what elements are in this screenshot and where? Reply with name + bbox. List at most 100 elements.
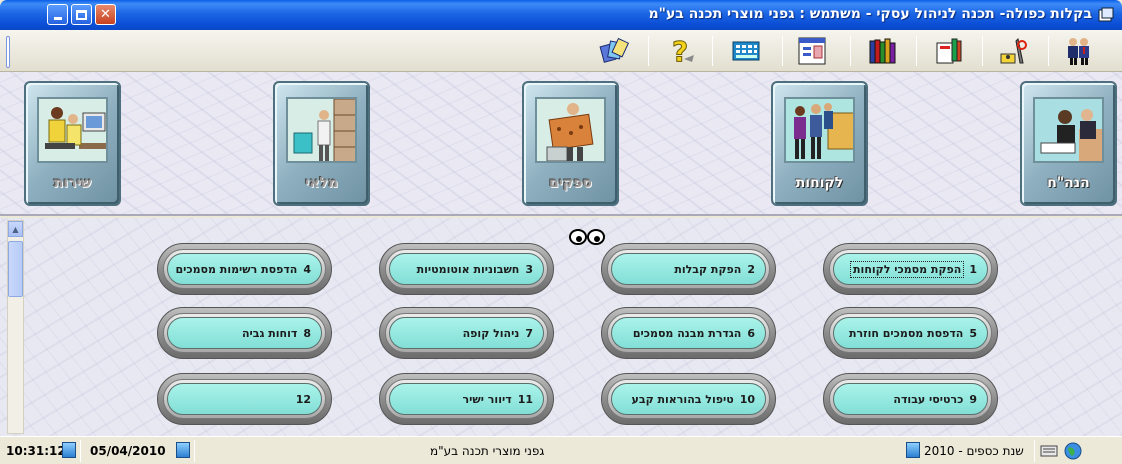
menu-item-number: 4 — [303, 262, 311, 276]
module-suppliers[interactable]: ספקים — [522, 81, 619, 206]
menu-item-4[interactable]: 4 הדפסת רשימות מסמכים — [157, 243, 332, 295]
menu-item-number: 7 — [525, 326, 533, 340]
module-inventory[interactable]: מלאי — [273, 81, 370, 206]
calculator-icon — [732, 41, 760, 61]
tools-button[interactable] — [994, 33, 1034, 69]
menu-item-label: הפקת מסמכי לקוחות — [850, 260, 965, 278]
calculator-button[interactable] — [726, 33, 766, 69]
menu-item-number: 10 — [739, 392, 755, 406]
status-time: 10:31:12 — [6, 444, 66, 458]
library-icon — [936, 38, 962, 64]
menu-item-label: הדפסת מסמכים חוזרת — [849, 326, 964, 340]
svg-text:?: ? — [672, 35, 688, 67]
status-panel-icon — [62, 442, 76, 458]
module-accounting[interactable]: הנה"ח — [1020, 81, 1117, 206]
menu-item-3[interactable]: 3 חשבוניות אוטומטיות — [379, 243, 554, 295]
warehouse-scene-icon — [286, 97, 357, 163]
binders-button[interactable] — [862, 33, 902, 69]
maximize-button[interactable] — [71, 4, 92, 25]
globe-icon[interactable] — [1064, 442, 1082, 460]
menu-item-label: דיוור ישיר — [462, 392, 512, 406]
maximize-icon — [76, 9, 87, 20]
chart-window-icon — [798, 37, 826, 65]
close-icon: ✕ — [100, 7, 111, 22]
status-fiscal-year: שנת כספים - 2010 — [924, 444, 1024, 458]
module-label: מלאי — [305, 175, 338, 191]
cards-button[interactable] — [594, 33, 634, 69]
menu-item-label: טיפול בהוראות קבע — [631, 392, 734, 406]
minimize-button[interactable] — [47, 4, 68, 25]
menu-item-number: 3 — [525, 262, 533, 276]
menu-item-number: 9 — [969, 392, 977, 406]
status-divider — [80, 440, 81, 462]
tools-icon — [1000, 37, 1027, 64]
menu-item-number: 6 — [747, 326, 755, 340]
menu-item-10[interactable]: 10 טיפול בהוראות קבע — [601, 373, 776, 425]
module-label: שירות — [53, 175, 92, 191]
toolbar-separator — [916, 36, 917, 66]
scroll-up-button[interactable]: ▲ — [8, 221, 23, 237]
menu-item-7[interactable]: 7 ניהול קופה — [379, 307, 554, 359]
status-panel-icon — [176, 442, 190, 458]
menu-item-label: הדפסת רשימות מסמכים — [175, 262, 298, 276]
toolbar-separator — [712, 36, 713, 66]
menu-item-number: 1 — [969, 262, 977, 276]
menu-item-9[interactable]: 9 כרטיסי עבודה — [823, 373, 998, 425]
status-panel-icon — [906, 442, 920, 458]
arrow-up-icon: ▲ — [12, 224, 19, 234]
menu-item-number: 12 — [295, 392, 311, 406]
help-icon: ? — [672, 35, 694, 67]
toolbar-grip[interactable] — [6, 36, 10, 68]
menu-item-label: כרטיסי עבודה — [893, 392, 964, 406]
menu-item-label: הפקת קבלות — [674, 262, 742, 276]
keyboard-icon[interactable] — [1040, 442, 1058, 460]
window-title: בקלות כפולה- תכנה לניהול עסקי - משתמש : … — [648, 6, 1092, 22]
menu-item-number: 11 — [517, 392, 533, 406]
toolbar-separator — [1048, 36, 1049, 66]
vertical-scrollbar[interactable]: ▲ — [7, 220, 24, 434]
menu-item-11[interactable]: 11 דיוור ישיר — [379, 373, 554, 425]
module-strip: הנה"ח לקוחות ספקים מלאי שירות — [0, 72, 1122, 216]
menu-area: ▲ 1 הפקת מסמכי לקוחות 2 הפקת קבלות 3 חשבוני… — [0, 218, 1122, 436]
cards-icon — [599, 37, 630, 63]
module-label: לקוחות — [795, 175, 844, 191]
menu-item-5[interactable]: 5 הדפסת מסמכים חוזרת — [823, 307, 998, 359]
status-company: גפני מוצרי תכנה בע"מ — [430, 444, 545, 458]
status-divider — [194, 440, 195, 462]
books-icon — [869, 38, 896, 64]
help-button[interactable]: ? — [660, 33, 700, 69]
menu-item-label: חשבוניות אוטומטיות — [416, 262, 520, 276]
menu-item-1[interactable]: 1 הפקת מסמכי לקוחות — [823, 243, 998, 295]
users-icon — [1068, 38, 1089, 65]
module-service[interactable]: שירות — [24, 81, 121, 206]
minimize-icon — [53, 17, 62, 20]
menu-item-12[interactable]: 12 — [157, 373, 332, 425]
users-button[interactable] — [1058, 33, 1098, 69]
status-date: 05/04/2010 — [90, 444, 166, 458]
menu-item-number: 8 — [303, 326, 311, 340]
menu-item-2[interactable]: 2 הפקת קבלות — [601, 243, 776, 295]
toolbar-separator — [850, 36, 851, 66]
module-label: ספקים — [549, 175, 592, 191]
toolbar-separator — [982, 36, 983, 66]
title-bar: בקלות כפולה- תכנה לניהול עסקי - משתמש : … — [0, 0, 1122, 30]
menu-item-number: 2 — [747, 262, 755, 276]
status-bar: 10:31:12 05/04/2010 גפני מוצרי תכנה בע"מ… — [0, 436, 1122, 464]
menu-item-8[interactable]: 8 דוחות גביה — [157, 307, 332, 359]
books-button[interactable] — [928, 33, 968, 69]
toolbar-separator — [782, 36, 783, 66]
chart-window-button[interactable] — [792, 33, 832, 69]
app-icon[interactable] — [1098, 7, 1114, 23]
module-label: הנה"ח — [1047, 175, 1090, 191]
status-divider — [1034, 440, 1035, 462]
menu-item-6[interactable]: 6 הגדרת מבנה מסמכים — [601, 307, 776, 359]
menu-item-label: דוחות גביה — [242, 326, 298, 340]
module-customers[interactable]: לקוחות — [771, 81, 868, 206]
menu-item-label: ניהול קופה — [462, 326, 520, 340]
customers-scene-icon — [784, 97, 855, 163]
toolbar-separator — [648, 36, 649, 66]
scroll-thumb[interactable] — [8, 241, 23, 297]
toolbar: ? — [0, 30, 1122, 72]
close-button[interactable]: ✕ — [95, 4, 116, 25]
menu-item-number: 5 — [969, 326, 977, 340]
